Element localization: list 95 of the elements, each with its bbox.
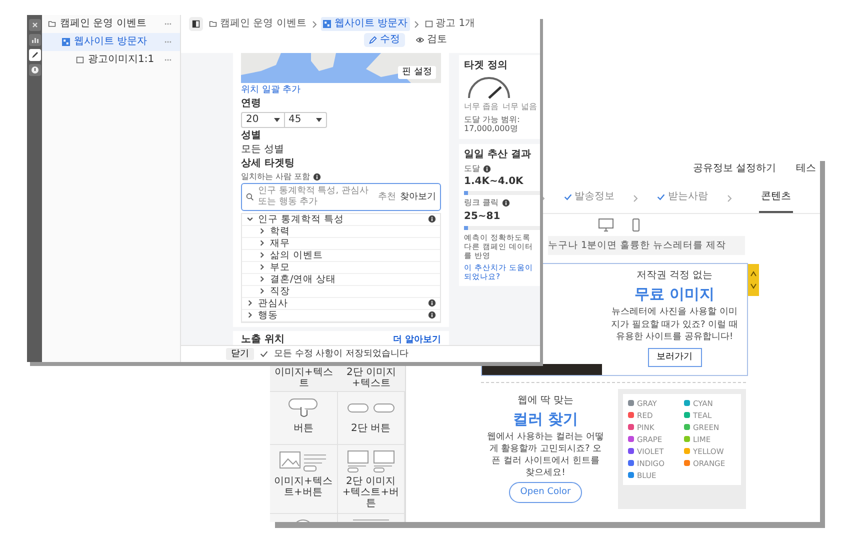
age-min-dropdown[interactable]: 20 — [242, 112, 284, 127]
info-icon — [502, 199, 510, 208]
desktop-icon[interactable] — [598, 218, 614, 232]
button-block-drawing — [288, 398, 319, 419]
gauge-label: 너무 좁음 — [464, 102, 499, 112]
category-label[interactable]: 삶의 이벤트 — [270, 250, 436, 262]
view-button[interactable]: 보러가기 — [648, 348, 702, 367]
category-label[interactable]: 관심사 — [258, 298, 424, 310]
category-label[interactable]: 결혼/연애 상태 — [270, 274, 436, 286]
grid-icon — [62, 38, 70, 46]
gender-value: 모든 성별 — [241, 144, 286, 156]
caret-icon — [274, 118, 280, 122]
rail-button[interactable] — [28, 49, 40, 61]
category-label[interactable]: 학력 — [270, 226, 436, 238]
grid-icon — [323, 20, 332, 28]
block-kicker: 저작권 걱정 없는 — [636, 270, 713, 282]
step-tab[interactable]: 받는사람 — [654, 183, 710, 213]
info-icon — [428, 299, 436, 308]
category-label[interactable]: 인구 통계학적 특성 — [258, 214, 424, 226]
block-heading: 무료 이미지 — [634, 285, 715, 304]
image-text-button-drawing — [279, 450, 328, 472]
breadcrumb-link[interactable]: 광고 1개 — [422, 17, 478, 31]
folder-icon — [209, 20, 217, 28]
pencil-icon — [369, 36, 377, 44]
block-text: 웹에서 사용하는 컬러는 어떻게 활용할까 고민되시죠? 오픈 컬러 사이트에서 힌트를 찾으세요! — [487, 430, 604, 480]
block-text: 뉴스레터에 사진을 사용할 이미지가 필요할 때가 있죠? 이럴 때 유용한 사이트를 공유합니다! — [610, 306, 740, 343]
tree-item[interactable]: 광고이미지1:1 — [42, 51, 180, 69]
category-label[interactable]: 직장 — [270, 286, 436, 298]
estimate-title: 일일 추산 결과 — [464, 148, 532, 161]
gauge-label: 너무 넓음 — [502, 102, 538, 112]
category-label[interactable]: 재무 — [270, 238, 436, 250]
learn-more-link[interactable]: 더 알아보기 — [392, 334, 441, 345]
age-label: 연령 — [241, 98, 262, 110]
two-button-block-drawing — [346, 403, 395, 414]
caret-icon — [316, 118, 322, 122]
tree-item[interactable]: 캠페인 운영 이벤트 — [42, 15, 180, 33]
placement-title: 노출 위치 — [241, 334, 284, 345]
close-icon — [30, 20, 40, 30]
document-icon — [424, 20, 433, 28]
panel-toggle-button[interactable] — [189, 17, 203, 31]
info-icon — [30, 65, 40, 75]
include-label: 일치하는 사람 포함 — [241, 172, 310, 182]
block-heading: 컬러 찾기 — [512, 410, 578, 428]
check-icon — [260, 350, 268, 358]
reach-text: 도달 가능 범위: 17,000,000명 — [464, 114, 521, 134]
metric-label: 링크 클릭 — [464, 198, 499, 208]
document-icon — [76, 56, 84, 64]
sidebar-icon — [192, 20, 200, 28]
info-icon — [483, 164, 491, 173]
block-kicker: 웹에 딱 맞는 — [517, 394, 574, 407]
open-color-button[interactable]: Open Color — [509, 482, 582, 503]
info-icon — [428, 311, 436, 320]
category-label[interactable]: 부모 — [270, 262, 436, 274]
metric-value: 1.4K~4.0K — [464, 176, 524, 188]
category-label[interactable]: 행동 — [258, 310, 424, 322]
chart-icon — [30, 35, 40, 45]
breadcrumb-link[interactable]: 캠페인 운영 이벤트 — [207, 17, 308, 31]
info-icon — [428, 215, 436, 224]
pencil-icon — [30, 50, 40, 60]
tree-item[interactable]: 웹사이트 방문자 — [42, 33, 180, 51]
two-column-block-drawing — [346, 450, 395, 473]
folder-icon — [48, 20, 56, 28]
pin-button[interactable]: 핀 설정 — [398, 66, 436, 79]
metric-label: 도달 — [464, 164, 480, 174]
close-button[interactable]: 닫기 — [226, 348, 254, 360]
mode-tab[interactable]: 수정 — [364, 33, 405, 47]
rail-button[interactable] — [28, 19, 40, 31]
step-tab[interactable]: 콘텐츠 — [758, 183, 793, 213]
age-max-dropdown[interactable]: 45 — [284, 112, 326, 127]
block-tile[interactable]: 2단 버튼 — [338, 392, 405, 446]
rail-button[interactable] — [28, 64, 40, 76]
move-icon — [750, 270, 757, 290]
block-tile[interactable]: 버튼 — [270, 392, 338, 446]
info-icon — [313, 172, 322, 181]
intro-text: 누구나 1분이면 훌륭한 뉴스레터를 제작 — [548, 236, 745, 256]
header-link[interactable]: 공유정보 설정하기 — [692, 163, 776, 175]
drag-handle[interactable] — [748, 264, 759, 296]
breadcrumb-link[interactable]: 웹사이트 방문자 — [321, 17, 410, 31]
suggest-link[interactable]: 추천 — [378, 192, 396, 203]
step-tab[interactable]: 발송정보 — [562, 183, 617, 213]
rail-button[interactable] — [28, 34, 40, 46]
block-tile[interactable]: 이미지+텍스트+버튼 — [270, 445, 338, 514]
targeting-search-field[interactable]: 인구 통계학적 특성, 관심사 또는 행동 추가 추천 찾아보기 — [241, 183, 441, 211]
browse-link[interactable]: 찾아보기 — [400, 192, 436, 203]
audience-title: 타겟 정의 — [464, 60, 508, 72]
block-tile[interactable]: 2단 이미지+텍스트+버튼 — [338, 445, 405, 514]
eye-icon — [416, 36, 424, 44]
search-icon — [246, 193, 254, 202]
save-status: 모든 수정 사항이 저장되었습니다 — [274, 348, 409, 360]
gender-label: 성별 — [241, 130, 262, 142]
detailed-targeting-label: 상세 타겟팅 — [241, 158, 296, 170]
mode-tab[interactable]: 검토 — [411, 33, 452, 47]
bulk-location-link[interactable]: 위치 일괄 추가 — [241, 85, 441, 96]
metric-value: 25~81 — [464, 210, 502, 223]
header-link[interactable]: 테스 — [796, 163, 816, 175]
